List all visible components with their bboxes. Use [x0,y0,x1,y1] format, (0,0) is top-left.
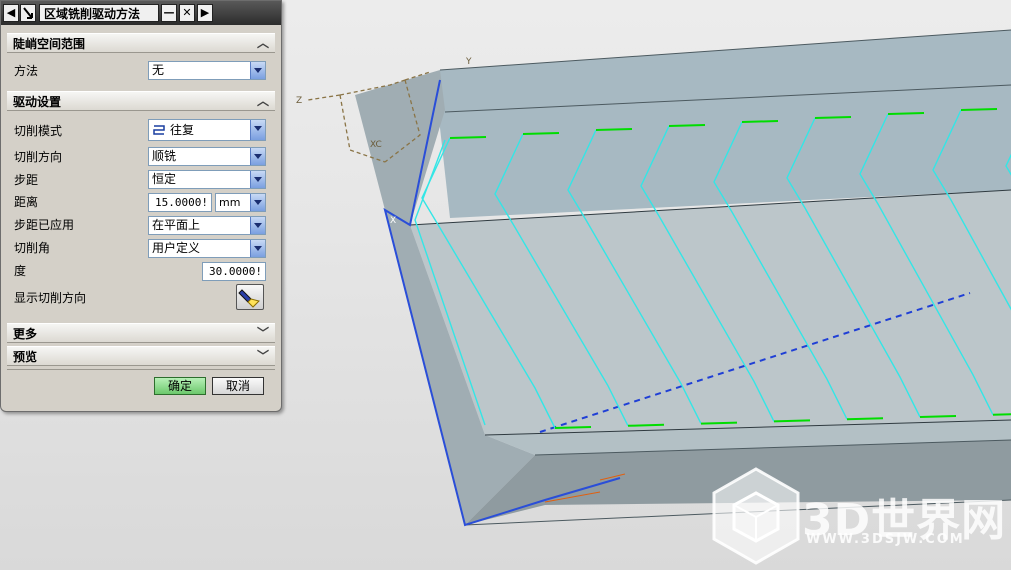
cut-direction-select[interactable]: 顺铣 [148,147,266,166]
zone-milling-drive-dialog: ◀ 区域铣削驱动方法 — ✕ ▶ 陡峭空间范围 ︿ 方法 无 驱动设置 ︿ 切削… [0,0,282,412]
retract-move [773,419,811,423]
retract-move [992,413,1011,416]
cancel-button[interactable]: 取消 [212,377,264,395]
chevron-down-icon[interactable] [250,171,265,188]
divider [7,369,275,370]
axis-label-xc: XC [370,140,382,150]
engage-move [595,128,633,131]
chevron-down-icon[interactable] [250,120,265,140]
cut-angle-value: 用户定义 [152,241,201,255]
chevron-up-icon[interactable]: ︿ [255,35,271,51]
degree-input[interactable]: 30.0000! [202,262,266,281]
chevron-down-icon[interactable] [250,217,265,234]
engage-move [522,132,560,135]
engage-move [960,108,998,111]
cut-pattern-label: 切削模式 [14,124,63,138]
cut-direction-label: 切削方向 [14,150,63,164]
retract-move [919,415,957,418]
engage-move [741,120,779,123]
degree-label: 度 [14,264,27,278]
section-preview[interactable]: 预览 ﹀ [7,346,275,366]
section-steep-range[interactable]: 陡峭空间范围 ︿ [7,33,275,53]
retract-move [700,421,738,425]
cut-pattern-select[interactable]: 往复 [148,119,266,141]
distance-label: 距离 [14,195,39,209]
stepover-applied-label: 步距已应用 [14,218,75,232]
section-more-label: 更多 [13,327,38,341]
cut-pattern-value: 往复 [170,123,195,137]
axis-label-y: Y [465,57,472,67]
dialog-titlebar[interactable]: ◀ 区域铣削驱动方法 — ✕ ▶ [1,1,281,25]
chevron-down-icon[interactable]: ﹀ [255,348,271,364]
section-steep-label: 陡峭空间范围 [13,37,86,51]
cube-logo-icon [712,467,800,565]
zigzag-pattern-icon [153,125,165,135]
engage-move [449,136,487,139]
back-button[interactable]: ◀ [3,4,19,22]
chevron-down-icon[interactable] [250,194,265,211]
show-direction-button[interactable] [236,284,264,310]
method-label: 方法 [14,64,39,78]
method-select[interactable]: 无 [148,61,266,80]
method-value: 无 [152,63,165,77]
cut-direction-value: 顺铣 [152,149,177,163]
retract-move [554,426,592,429]
chevron-down-icon[interactable] [250,240,265,257]
distance-unit-value: mm [219,196,241,209]
close-button[interactable]: ✕ [179,4,195,22]
reset-icon[interactable] [20,4,36,22]
part-front-wall[interactable] [410,190,1011,435]
section-drive-label: 驱动设置 [13,95,62,109]
engage-move [668,124,706,127]
cut-angle-label: 切削角 [14,241,51,255]
section-drive-settings[interactable]: 驱动设置 ︿ [7,91,275,111]
part-top-face[interactable] [438,30,1011,218]
forward-button[interactable]: ▶ [197,4,213,22]
show-direction-label: 显示切削方向 [14,291,87,305]
reset-arrow-icon [23,7,33,19]
distance-unit-select[interactable]: mm [215,193,266,212]
chevron-down-icon[interactable] [250,148,265,165]
minimize-button[interactable]: — [161,4,177,22]
stepover-value: 恒定 [152,172,177,186]
stepover-label: 步距 [14,173,39,187]
stepover-applied-select[interactable]: 在平面上 [148,216,266,235]
engage-move [814,116,852,119]
retract-move [846,417,884,421]
stepover-select[interactable]: 恒定 [148,170,266,189]
ok-button[interactable]: 确定 [154,377,206,395]
chevron-up-icon[interactable]: ︿ [255,93,271,109]
dialog-title: 区域铣削驱动方法 [39,4,159,22]
section-preview-label: 预览 [13,350,38,364]
watermark-url: WWW.3DSJW.COM [806,532,965,547]
chevron-down-icon[interactable]: ﹀ [255,325,271,341]
axis-label-x: X [390,216,396,226]
chevron-down-icon[interactable] [250,62,265,79]
retract-move [627,423,665,427]
flashlight-icon [238,289,260,308]
engage-move [887,112,925,115]
distance-input[interactable]: 15.0000! [148,193,212,212]
cut-angle-select[interactable]: 用户定义 [148,239,266,258]
section-more[interactable]: 更多 ﹀ [7,323,275,343]
stepover-applied-value: 在平面上 [152,218,201,232]
axis-label-z: Z [296,96,302,106]
